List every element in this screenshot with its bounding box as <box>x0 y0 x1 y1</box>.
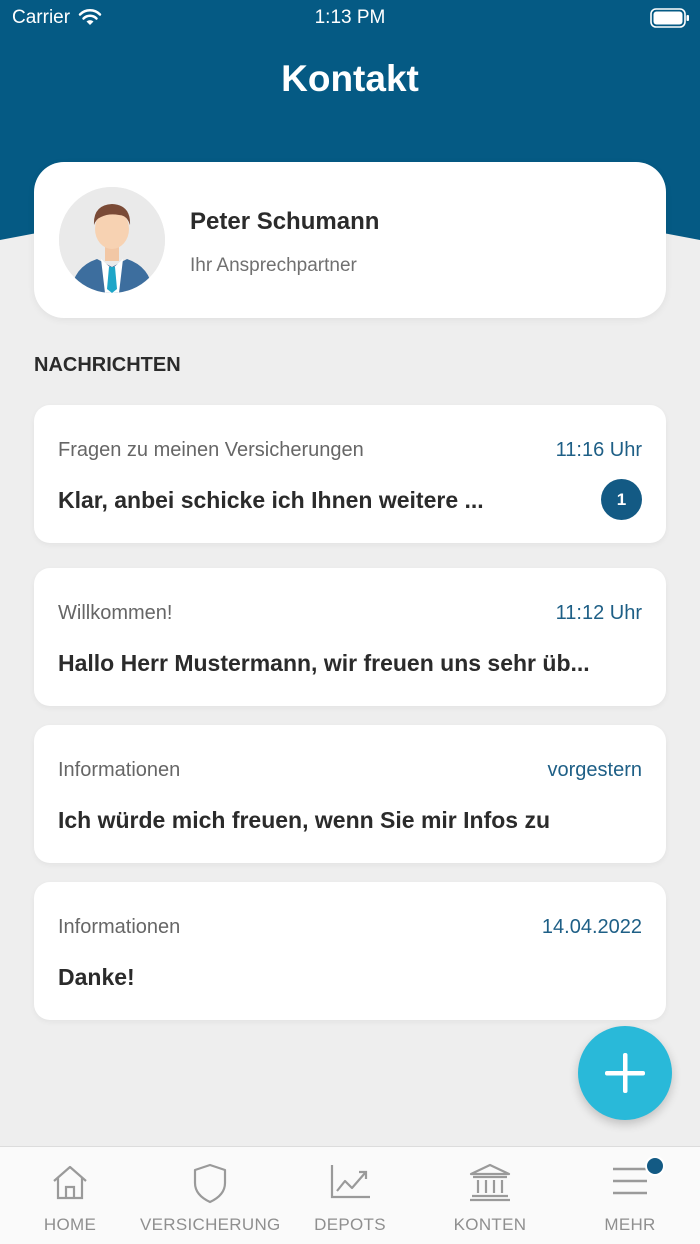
message-time: 11:16 Uhr <box>555 439 642 461</box>
plus-icon <box>605 1053 645 1093</box>
tab-home[interactable]: HOME <box>0 1147 140 1244</box>
bank-icon <box>469 1163 511 1202</box>
message-subject: Willkommen! <box>58 602 173 624</box>
tab-versicherung[interactable]: VERSICHERUNG <box>140 1147 280 1244</box>
message-subject: Informationen <box>58 759 181 781</box>
tab-konten[interactable]: KONTEN <box>420 1147 560 1244</box>
tab-depots[interactable]: DEPOTS <box>280 1147 420 1244</box>
notification-dot <box>645 1156 665 1176</box>
tab-label: DEPOTS <box>314 1215 386 1234</box>
new-message-button[interactable] <box>578 1026 672 1120</box>
unread-badge: 1 <box>601 479 642 520</box>
message-preview: Danke! <box>58 964 135 990</box>
message-card[interactable]: Informationen vorgestern Ich würde mich … <box>34 725 666 863</box>
status-time: 1:13 PM <box>314 7 386 28</box>
message-time: 11:12 Uhr <box>555 602 642 624</box>
chart-icon <box>330 1165 370 1199</box>
message-preview: Klar, anbei schicke ich Ihnen weitere ..… <box>58 487 484 513</box>
contact-card[interactable]: Peter Schumann Ihr Ansprechpartner <box>34 162 666 318</box>
menu-icon <box>613 1167 647 1195</box>
tab-mehr[interactable]: MEHR <box>560 1147 700 1244</box>
status-bar: Carrier 1:13 PM <box>0 0 700 36</box>
tab-label: HOME <box>43 1215 97 1234</box>
battery-icon <box>650 8 690 34</box>
messages-section-title: NACHRICHTEN <box>34 354 181 376</box>
message-card[interactable]: Informationen 14.04.2022 Danke! <box>34 882 666 1020</box>
tab-bar: HOME VERSICHERUNG DEPOTS KONTEN MEHR <box>0 1146 700 1244</box>
message-preview: Hallo Herr Mustermann, wir freuen uns se… <box>58 650 590 676</box>
page-title: Kontakt <box>281 58 419 99</box>
contact-name: Peter Schumann <box>190 208 380 235</box>
message-subject: Fragen zu meinen Versicherungen <box>58 439 364 461</box>
home-icon <box>53 1165 87 1200</box>
message-time: 14.04.2022 <box>541 916 642 938</box>
message-card[interactable]: Fragen zu meinen Versicherungen 11:16 Uh… <box>34 405 666 543</box>
avatar <box>59 187 165 293</box>
message-preview: Ich würde mich freuen, wenn Sie mir Info… <box>58 807 551 833</box>
contact-role: Ihr Ansprechpartner <box>190 255 357 276</box>
message-time: vorgestern <box>547 759 643 781</box>
tab-label: MEHR <box>604 1215 656 1234</box>
shield-icon <box>193 1163 227 1204</box>
message-card[interactable]: Willkommen! 11:12 Uhr Hallo Herr Musterm… <box>34 568 666 706</box>
tab-label: KONTEN <box>453 1215 527 1234</box>
message-subject: Informationen <box>58 916 181 938</box>
tab-label: VERSICHERUNG <box>140 1215 281 1234</box>
